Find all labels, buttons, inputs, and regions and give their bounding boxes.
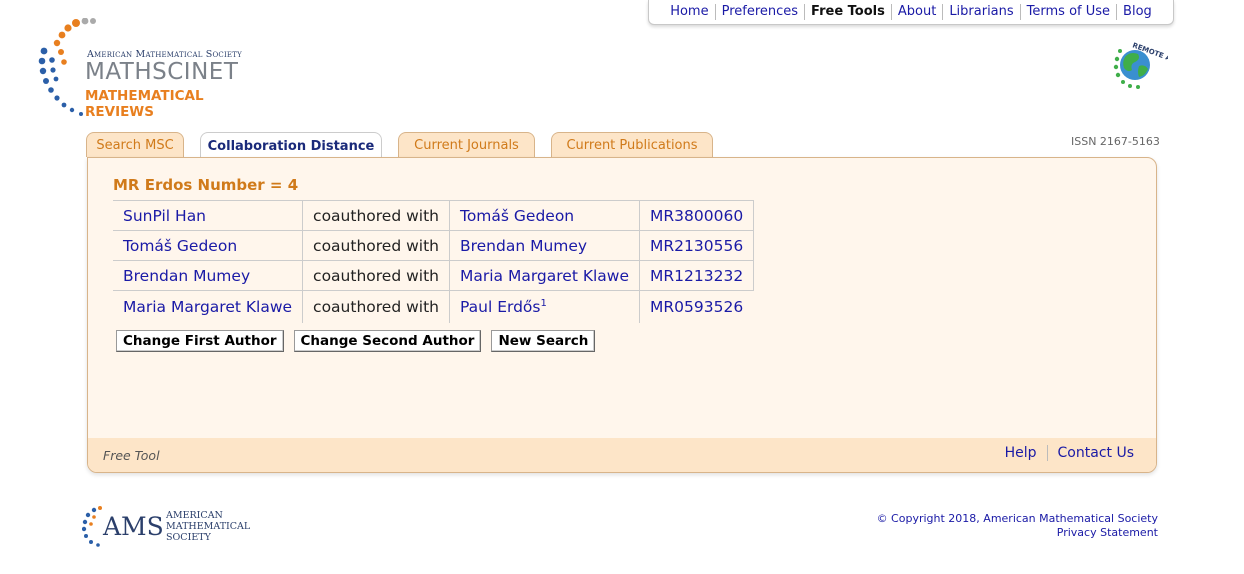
author-cell: Paul Erdős1 xyxy=(448,290,641,323)
author-link[interactable]: Maria Margaret Klawe xyxy=(113,290,304,323)
table-row: Maria Margaret Klawe coauthored with Pau… xyxy=(113,290,754,323)
new-search-button[interactable]: New Search xyxy=(491,330,596,352)
copyright-block: © Copyright 2018, American Mathematical … xyxy=(877,512,1158,540)
tab-current-journals[interactable]: Current Journals xyxy=(398,132,535,157)
logo-mathscinet: MATHSCINET xyxy=(85,59,239,85)
author-link[interactable]: Paul Erdős xyxy=(460,298,541,316)
mr-number-link[interactable]: MR1213232 xyxy=(639,260,755,291)
mr-number-link[interactable]: MR2130556 xyxy=(639,230,755,261)
author-link[interactable]: Tomáš Gedeon xyxy=(113,230,304,261)
nav-preferences[interactable]: Preferences xyxy=(714,4,804,20)
nav-librarians[interactable]: Librarians xyxy=(942,4,1019,20)
ams-logo[interactable]: AMS AMERICAN MATHEMATICAL SOCIETY xyxy=(82,506,262,548)
table-row: Tomáš Gedeon coauthored with Brendan Mum… xyxy=(113,230,755,261)
author-link[interactable]: Brendan Mumey xyxy=(113,260,304,291)
table-row: SunPil Han coauthored with Tomáš Gedeon … xyxy=(113,200,755,231)
nav-about[interactable]: About xyxy=(890,4,942,20)
globe-icon: REMOTE ACCESS xyxy=(1113,41,1195,89)
top-navigation: Home Preferences Free Tools About Librar… xyxy=(648,0,1174,25)
privacy-statement-link[interactable]: Privacy Statement xyxy=(877,526,1158,540)
tab-current-publications[interactable]: Current Publications xyxy=(551,132,713,157)
help-link[interactable]: Help xyxy=(995,445,1047,461)
action-buttons: Change First Author Change Second Author… xyxy=(116,330,596,352)
remote-access-badge[interactable]: REMOTE ACCESS xyxy=(1108,37,1195,93)
ams-logo-letters: AMS xyxy=(103,512,164,541)
free-tool-label: Free Tool xyxy=(103,448,160,463)
mr-number-link[interactable]: MR0593526 xyxy=(639,290,754,323)
author-link[interactable]: Maria Margaret Klawe xyxy=(448,260,641,291)
table-row: Brendan Mumey coauthored with Maria Marg… xyxy=(113,260,755,291)
ams-logo-line: AMERICAN xyxy=(166,510,223,521)
collaboration-path-table: SunPil Han coauthored with Tomáš Gedeon … xyxy=(113,200,755,323)
relation-text: coauthored with xyxy=(302,200,450,231)
footer-links: Help Contact Us xyxy=(995,445,1144,461)
erdos-number-title: MR Erdos Number = 4 xyxy=(113,176,299,194)
author-link[interactable]: Tomáš Gedeon xyxy=(448,200,641,231)
nav-home[interactable]: Home xyxy=(664,4,714,20)
ams-logo-line: MATHEMATICAL xyxy=(166,521,251,532)
change-first-author-button[interactable]: Change First Author xyxy=(116,330,284,352)
author-link[interactable]: Brendan Mumey xyxy=(448,230,641,261)
ams-logo-name: AMERICAN MATHEMATICAL SOCIETY xyxy=(166,510,250,543)
nav-free-tools[interactable]: Free Tools xyxy=(804,4,891,20)
ams-logo-line: SOCIETY xyxy=(166,532,211,543)
change-second-author-button[interactable]: Change Second Author xyxy=(293,330,482,352)
contact-us-link[interactable]: Contact Us xyxy=(1046,445,1144,461)
issn-label: ISSN 2167-5163 xyxy=(1071,135,1160,148)
nav-blog[interactable]: Blog xyxy=(1116,4,1158,20)
panel-footer: Free Tool Help Contact Us xyxy=(88,438,1156,472)
author-link[interactable]: SunPil Han xyxy=(113,200,304,231)
tab-search-msc[interactable]: Search MSC xyxy=(86,132,184,157)
mr-number-link[interactable]: MR3800060 xyxy=(639,200,755,231)
nav-terms-of-use[interactable]: Terms of Use xyxy=(1019,4,1116,20)
logo-mathematical-reviews: MATHEMATICAL REVIEWS xyxy=(85,88,204,120)
copyright-text[interactable]: © Copyright 2018, American Mathematical … xyxy=(877,512,1158,526)
relation-text: coauthored with xyxy=(302,260,450,291)
tab-collaboration-distance[interactable]: Collaboration Distance xyxy=(200,132,382,159)
footnote-marker: 1 xyxy=(540,297,547,309)
relation-text: coauthored with xyxy=(302,230,450,261)
mathscinet-logo[interactable]: American Mathematical Society MATHSCINET… xyxy=(36,18,276,123)
relation-text: coauthored with xyxy=(302,290,450,323)
collaboration-panel: MR Erdos Number = 4 SunPil Han coauthore… xyxy=(87,157,1157,473)
